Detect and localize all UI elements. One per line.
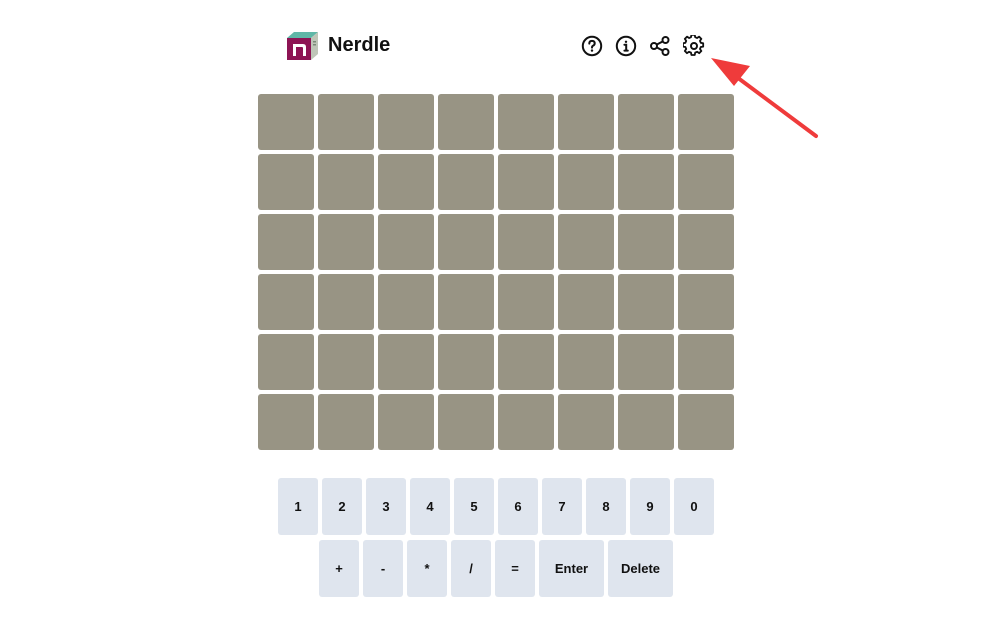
share-icon[interactable] [649, 35, 671, 57]
board-tile [498, 334, 554, 390]
board-tile [678, 214, 734, 270]
board-tile [438, 154, 494, 210]
key-1[interactable]: 1 [278, 478, 318, 535]
key-6[interactable]: 6 [498, 478, 538, 535]
key-9[interactable]: 9 [630, 478, 670, 535]
board-tile [378, 94, 434, 150]
board-tile [618, 154, 674, 210]
board-tile [558, 94, 614, 150]
board-tile [378, 154, 434, 210]
key-7[interactable]: 7 [542, 478, 582, 535]
board-tile [618, 214, 674, 270]
board-tile [258, 394, 314, 450]
nerdle-page: Nerdle 1234567890 + - * / = Enter Delete [0, 0, 992, 632]
settings-icon[interactable] [683, 35, 705, 57]
board-tile [678, 154, 734, 210]
key-multiply[interactable]: * [407, 540, 447, 597]
key-equals[interactable]: = [495, 540, 535, 597]
board-tile [618, 94, 674, 150]
board-tile [498, 214, 554, 270]
key-5[interactable]: 5 [454, 478, 494, 535]
board-tile [618, 394, 674, 450]
board-tile [618, 274, 674, 330]
board-tile [318, 394, 374, 450]
board-tile [438, 334, 494, 390]
board-tile [558, 214, 614, 270]
game-board [258, 94, 734, 450]
board-tile [378, 334, 434, 390]
board-tile [498, 274, 554, 330]
key-2[interactable]: 2 [322, 478, 362, 535]
key-3[interactable]: 3 [366, 478, 406, 535]
board-tile [438, 394, 494, 450]
board-tile [498, 94, 554, 150]
board-tile [678, 394, 734, 450]
board-tile [258, 214, 314, 270]
board-tile [498, 154, 554, 210]
board-tile [678, 334, 734, 390]
board-tile [258, 334, 314, 390]
board-tile [558, 274, 614, 330]
key-8[interactable]: 8 [586, 478, 626, 535]
board-tile [558, 334, 614, 390]
keyboard-row-operators: + - * / = Enter Delete [319, 540, 673, 597]
board-tile [378, 214, 434, 270]
board-tile [678, 274, 734, 330]
help-icon[interactable] [581, 35, 603, 57]
board-tile [318, 274, 374, 330]
key-delete[interactable]: Delete [608, 540, 673, 597]
board-tile [378, 274, 434, 330]
board-tile [438, 94, 494, 150]
board-tile [438, 214, 494, 270]
info-icon[interactable] [615, 35, 637, 57]
board-tile [378, 394, 434, 450]
board-tile [318, 214, 374, 270]
board-tile [438, 274, 494, 330]
nerdle-logo [285, 31, 319, 61]
key-4[interactable]: 4 [410, 478, 450, 535]
key-enter[interactable]: Enter [539, 540, 604, 597]
board-tile [678, 94, 734, 150]
board-tile [318, 334, 374, 390]
keyboard-row-numbers: 1234567890 [278, 478, 714, 535]
key-minus[interactable]: - [363, 540, 403, 597]
board-tile [318, 154, 374, 210]
key-plus[interactable]: + [319, 540, 359, 597]
board-tile [258, 154, 314, 210]
board-tile [318, 94, 374, 150]
key-0[interactable]: 0 [674, 478, 714, 535]
board-tile [258, 274, 314, 330]
page-title: Nerdle [328, 34, 391, 56]
board-tile [618, 334, 674, 390]
board-tile [498, 394, 554, 450]
board-tile [258, 94, 314, 150]
board-tile [558, 154, 614, 210]
board-tile [558, 394, 614, 450]
key-divide[interactable]: / [451, 540, 491, 597]
